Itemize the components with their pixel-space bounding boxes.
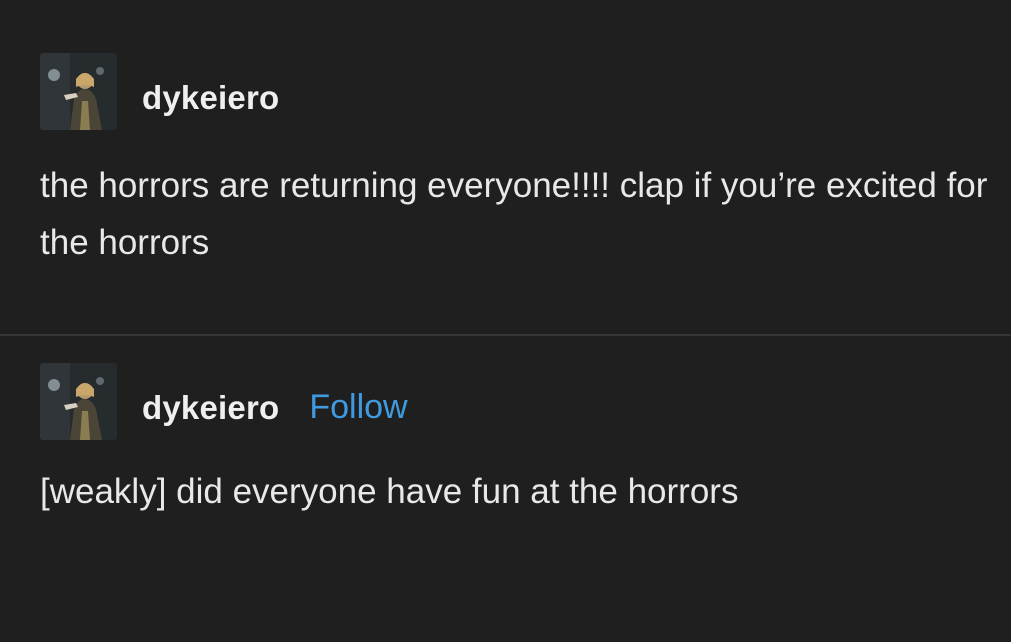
avatar[interactable]: [40, 363, 117, 440]
post: dykeiero Follow [weakly] did everyone ha…: [0, 336, 1011, 642]
avatar[interactable]: [40, 53, 117, 130]
post-header: dykeiero Follow: [40, 363, 408, 440]
post-header: dykeiero: [40, 53, 279, 130]
username-link[interactable]: dykeiero: [142, 389, 279, 427]
user-avatar-photo-icon: [40, 53, 117, 130]
follow-button[interactable]: Follow: [309, 388, 407, 427]
user-avatar-photo-icon: [40, 363, 117, 440]
post-body-text: the horrors are returning everyone!!!! c…: [40, 166, 988, 262]
username-link[interactable]: dykeiero: [142, 79, 279, 117]
post: dykeiero the horrors are returning every…: [0, 0, 1011, 335]
post-body-text: [weakly] did everyone have fun at the ho…: [40, 472, 739, 511]
